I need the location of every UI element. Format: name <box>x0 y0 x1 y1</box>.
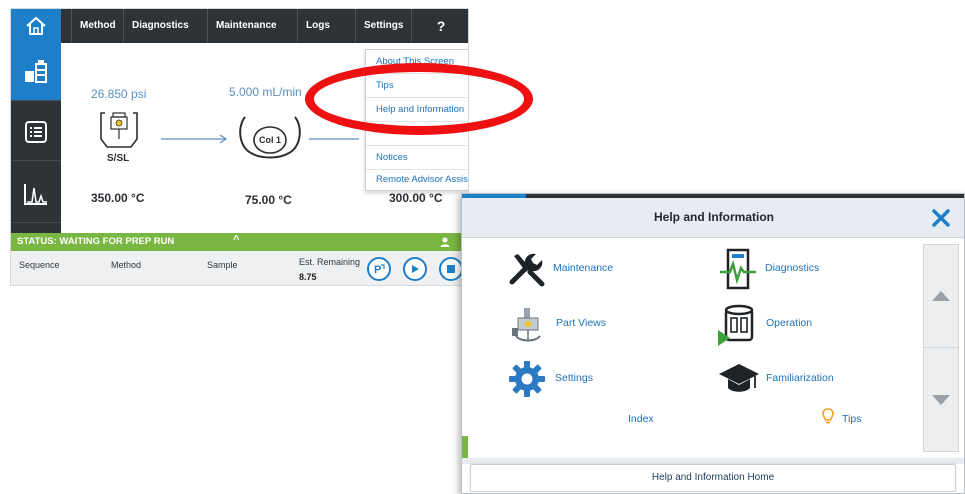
list-icon <box>25 120 47 143</box>
run-info-row: Sequence Method Sample Est. Remaining 8.… <box>11 251 468 285</box>
stop-icon <box>447 265 455 273</box>
graduation-cap-icon[interactable] <box>718 362 760 396</box>
inlet-name: S/SL <box>107 153 130 164</box>
home-button[interactable] <box>11 9 61 43</box>
familiarization-link[interactable]: Familiarization <box>766 372 834 384</box>
flow-arrow-icon <box>309 138 359 140</box>
inlet-icon <box>100 112 138 148</box>
help-home-button[interactable]: Help and Information Home <box>470 464 956 492</box>
scroll-up-button[interactable] <box>924 245 958 348</box>
method-label: Method <box>111 260 142 270</box>
tab-help[interactable]: ? <box>411 9 468 43</box>
status-bar[interactable]: STATUS: WAITING FOR PREP RUN ^ <box>11 233 468 251</box>
start-run-button[interactable] <box>403 257 427 281</box>
instrument-screen: Method Diagnostics Maintenance Logs Sett… <box>10 8 469 286</box>
instrument-config-icon <box>25 59 47 83</box>
diagnostics-icon[interactable] <box>718 248 758 290</box>
lightbulb-icon[interactable] <box>822 408 834 424</box>
help-dialog: Help and Information Maintenance Diagnos… <box>461 193 965 494</box>
status-text: STATUS: WAITING FOR PREP RUN <box>17 236 175 247</box>
help-home-label: Help and Information Home <box>651 472 775 483</box>
operation-link[interactable]: Operation <box>766 317 812 329</box>
triangle-down-icon <box>932 395 950 405</box>
side-rail <box>11 43 61 233</box>
top-navigation-bar: Method Diagnostics Maintenance Logs Sett… <box>11 9 468 43</box>
tab-method[interactable]: Method <box>71 9 121 43</box>
menu-item-remote-advisor-assist[interactable]: Remote Advisor Assist <box>366 168 468 192</box>
rail-signal-button[interactable] <box>11 165 61 223</box>
settings-link[interactable]: Settings <box>555 372 593 384</box>
part-views-link[interactable]: Part Views <box>556 317 606 329</box>
scroll-down-button[interactable] <box>924 349 958 451</box>
dialog-title: Help and Information <box>654 210 774 224</box>
oven-temperature: 75.00 °C <box>245 193 292 207</box>
part-views-icon[interactable] <box>508 306 548 346</box>
tab-settings[interactable]: Settings <box>355 9 411 43</box>
play-icon <box>412 265 419 273</box>
detector-temperature: 300.00 °C <box>389 191 443 205</box>
user-icon[interactable] <box>439 236 451 248</box>
home-icon <box>26 16 46 35</box>
column-flow: 5.000 mL/min <box>229 85 302 99</box>
tab-maintenance[interactable]: Maintenance <box>207 9 297 43</box>
sequence-label: Sequence <box>19 260 60 270</box>
highlight-ellipse <box>305 63 533 135</box>
rail-config-button[interactable] <box>11 43 61 101</box>
scrollbar[interactable] <box>923 244 959 452</box>
inlet-pressure: 26.850 psi <box>91 87 147 101</box>
inlet-temperature: 350.00 °C <box>91 191 145 205</box>
svg-text:P: P <box>374 264 381 276</box>
close-icon <box>932 209 950 227</box>
menu-item-notices[interactable]: Notices <box>366 146 468 170</box>
triangle-up-icon <box>932 291 950 301</box>
flow-arrow-icon <box>161 134 228 144</box>
index-link[interactable]: Index <box>628 413 654 425</box>
dialog-header: Help and Information <box>462 198 964 238</box>
left-accent-bar <box>462 436 468 458</box>
tips-link[interactable]: Tips <box>842 413 861 425</box>
tab-diagnostics[interactable]: Diagnostics <box>123 9 207 43</box>
stop-run-button[interactable] <box>439 257 463 281</box>
chevron-up-icon[interactable]: ^ <box>233 234 239 246</box>
operation-icon[interactable] <box>718 304 762 346</box>
screenshot-stage: Method Diagnostics Maintenance Logs Sett… <box>0 0 965 494</box>
sample-label: Sample <box>207 260 238 270</box>
est-remaining-label: Est. Remaining <box>299 257 361 267</box>
close-button[interactable] <box>928 205 954 231</box>
gear-icon[interactable] <box>508 360 546 398</box>
prep-run-icon: P <box>374 264 385 276</box>
wrench-screwdriver-icon[interactable] <box>508 250 546 288</box>
diagnostics-link[interactable]: Diagnostics <box>765 262 819 274</box>
chromatogram-icon <box>24 183 47 205</box>
tab-logs[interactable]: Logs <box>297 9 355 43</box>
column-name: Col 1 <box>258 135 281 145</box>
prep-run-button[interactable]: P <box>367 257 391 281</box>
rail-method-button[interactable] <box>11 103 61 161</box>
est-remaining-value: 8.75 <box>299 272 317 282</box>
maintenance-link[interactable]: Maintenance <box>553 262 613 274</box>
